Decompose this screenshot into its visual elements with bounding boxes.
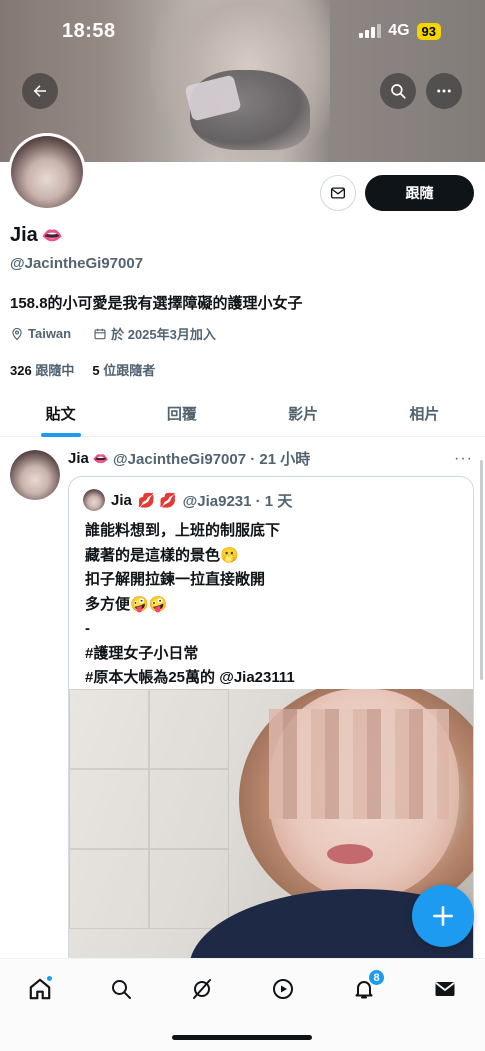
follow-button[interactable]: 跟隨 [365, 175, 474, 211]
display-name-text: Jia [10, 224, 38, 246]
tab-replies[interactable]: 回覆 [121, 391, 242, 436]
quote-handle-time: @Jia9231 · 1 天 [182, 492, 293, 510]
back-arrow-icon [33, 85, 46, 97]
mail-icon [330, 187, 346, 199]
compose-button[interactable] [412, 885, 474, 947]
message-button[interactable] [320, 175, 356, 211]
signal-icon [359, 24, 382, 38]
wall-tile [149, 849, 229, 929]
nav-grok[interactable] [182, 971, 222, 1007]
nav-explore[interactable] [101, 971, 141, 1007]
profile-meta: Taiwan 於 2025年3月加入 [10, 324, 216, 343]
wall-tile [149, 689, 229, 769]
back-button[interactable] [22, 73, 58, 109]
tab-photos[interactable]: 相片 [364, 391, 485, 436]
quote-text: 誰能料想到，上班的制服底下 藏著的是這樣的景色🫢 扣子解開拉鍊一拉直接敞開 多方… [85, 522, 295, 686]
status-indicators: 4G 93 [359, 22, 441, 40]
post-author-emoji: 👄 [92, 450, 110, 466]
more-icon [437, 89, 451, 93]
following-label: 跟隨中 [35, 363, 75, 378]
post-header: Jia 👄 @JacintheGi97007 · 21 小時 [68, 448, 310, 469]
user-handle: @JacintheGi97007 [10, 255, 144, 272]
display-name: Jia 👄 [10, 224, 63, 247]
battery-level: 93 [416, 22, 441, 40]
video-icon [273, 979, 293, 999]
network-type: 4G [388, 22, 410, 39]
wall-tile [69, 769, 149, 849]
status-time: 18:58 [62, 20, 116, 42]
grok-icon [193, 979, 211, 999]
tab-posts[interactable]: 貼文 [0, 391, 121, 436]
location-text: Taiwan [28, 326, 72, 341]
quote-author-name: Jia [111, 491, 132, 509]
explore-icon [112, 980, 131, 999]
calendar-icon [94, 328, 106, 339]
home-badge-dot [46, 975, 53, 982]
name-emoji: 👄 [41, 225, 63, 245]
photo-mouth [327, 844, 373, 864]
quote-author-avatar [83, 489, 105, 511]
following-link[interactable]: 326 跟隨中 [10, 360, 74, 379]
profile-tabs: 貼文 回覆 影片 相片 [0, 391, 485, 437]
nav-notifications[interactable]: 8 [344, 969, 385, 1007]
profile-bio: 158.8的小可愛是我有選擇障礙的護理小女子 [10, 295, 303, 312]
search-button[interactable] [380, 73, 416, 109]
post-author-name[interactable]: Jia [68, 450, 89, 467]
followers-link[interactable]: 5 位跟隨者 [92, 360, 155, 379]
post-handle-time: @JacintheGi97007 · 21 小時 [113, 451, 311, 468]
post-author-avatar[interactable] [10, 450, 60, 500]
follow-stats: 326 跟隨中 5 位跟隨者 [10, 360, 155, 379]
wall-tile [69, 689, 149, 769]
scrollbar[interactable] [480, 460, 483, 680]
photo-pixelation [269, 709, 449, 819]
quote-author-emoji: 💋 💋 [137, 491, 177, 508]
nav-video[interactable] [263, 971, 303, 1007]
home-indicator[interactable] [172, 1035, 312, 1040]
followers-label: 位跟隨者 [103, 363, 156, 378]
quote-photo[interactable] [69, 689, 473, 995]
plus-icon [433, 906, 453, 926]
nav-home[interactable] [20, 971, 60, 1007]
wall-tile [69, 849, 149, 929]
profile-avatar[interactable] [8, 133, 86, 211]
notifications-badge: 8 [368, 969, 385, 986]
search-icon [391, 84, 406, 99]
wall-tile [149, 769, 229, 849]
messages-icon [435, 982, 455, 996]
followers-count: 5 [92, 363, 100, 378]
post-more-button[interactable]: ··· [454, 450, 473, 468]
joined-text: 於 2025年3月加入 [111, 327, 216, 342]
nav-messages[interactable] [425, 971, 465, 1007]
more-button[interactable] [426, 73, 462, 109]
tab-videos[interactable]: 影片 [243, 391, 364, 436]
following-count: 326 [10, 363, 32, 378]
location-icon [12, 327, 22, 340]
quote-header: Jia 💋 💋 @Jia9231 · 1 天 [83, 489, 292, 511]
